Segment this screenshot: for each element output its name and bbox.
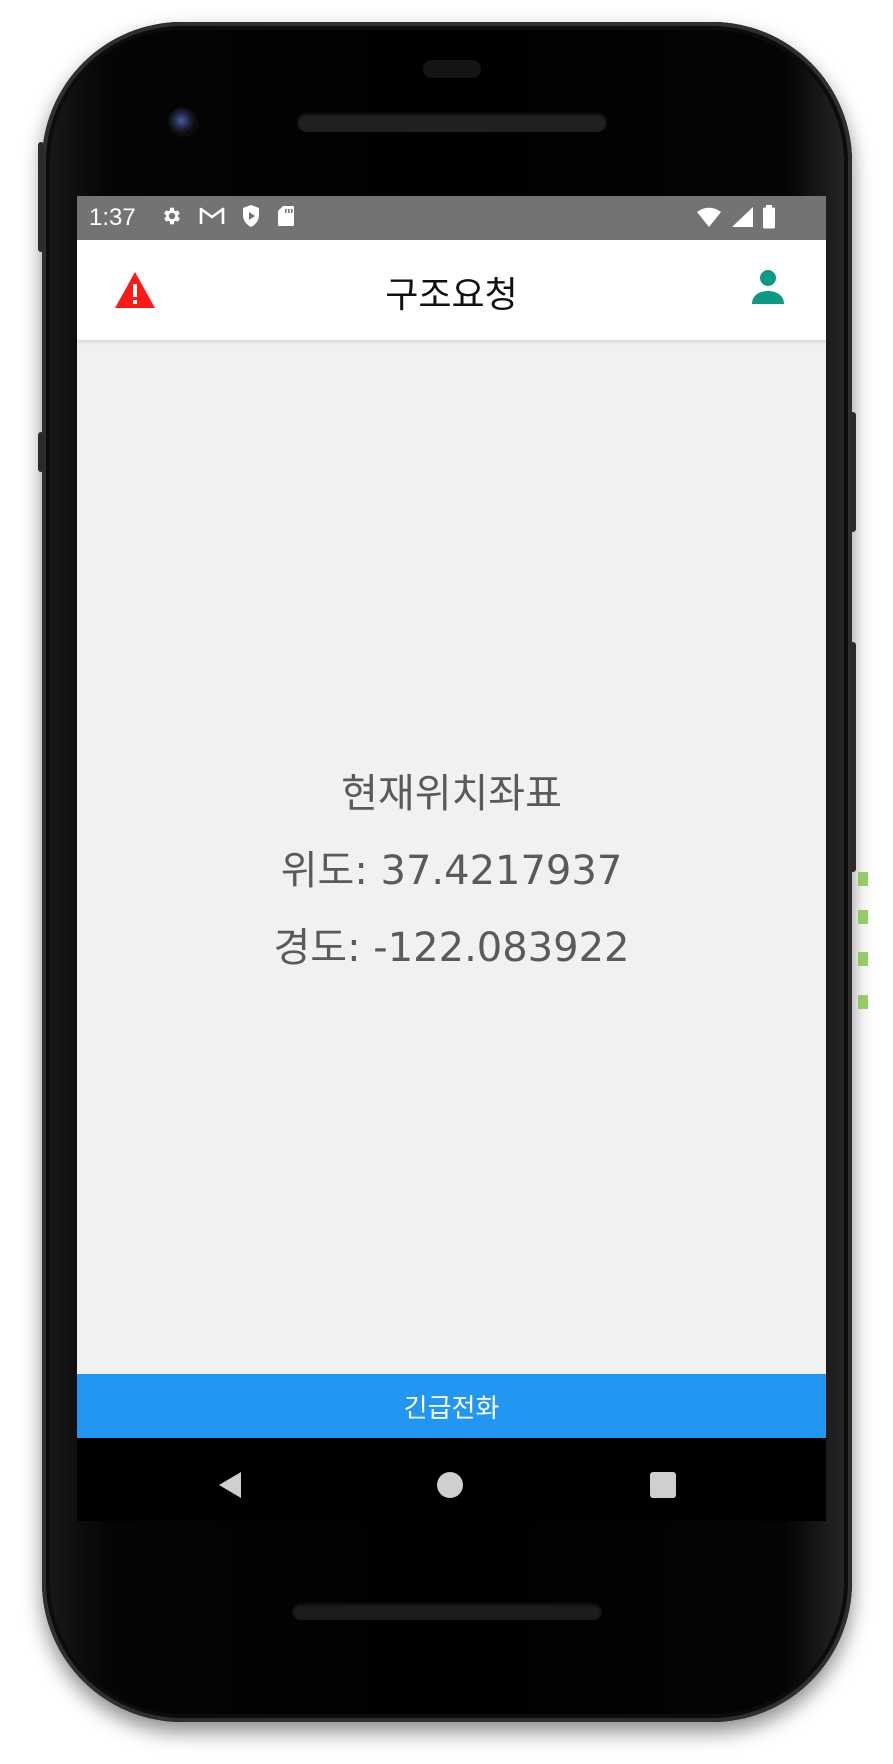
home-icon[interactable] (437, 1472, 463, 1498)
background-window-fragment (858, 995, 868, 1009)
notification-icons (161, 204, 295, 228)
background-window-fragment (858, 910, 868, 924)
location-info: 현재위치좌표 위도: 37.4217937 경도: -122.083922 (77, 756, 826, 987)
recents-icon[interactable] (650, 1472, 676, 1498)
power-button (38, 142, 44, 252)
bottom-speaker (292, 1602, 602, 1620)
phone-screen: 1:37 구조요청 현재위치좌표 위도: 37.4217937 경도: -122… (77, 196, 826, 1521)
main-content: 현재위치좌표 위도: 37.4217937 경도: -122.083922 (77, 340, 826, 1374)
sd-card-icon (278, 206, 294, 226)
front-camera (168, 107, 198, 137)
play-protect-icon (243, 205, 259, 227)
back-icon[interactable] (217, 1470, 243, 1500)
volume-button (38, 432, 44, 472)
status-time: 1:37 (89, 204, 136, 231)
background-window-fragment (858, 952, 868, 966)
emergency-call-button[interactable]: 긴급전화 (77, 1374, 826, 1438)
page-title: 구조요청 (385, 275, 518, 316)
system-status-icons (696, 205, 776, 229)
battery-icon (763, 205, 775, 229)
background-window-fragment (858, 872, 868, 886)
earpiece-speaker (297, 112, 607, 132)
user-profile-button[interactable] (750, 268, 786, 306)
location-heading: 현재위치좌표 (341, 771, 562, 817)
right-side-button (850, 412, 856, 532)
navigation-bar (77, 1438, 826, 1521)
latitude-text: 위도: 37.4217937 (280, 848, 623, 894)
gear-icon (164, 207, 180, 225)
app-bar: 구조요청 (77, 240, 826, 340)
signal-icon (732, 207, 753, 227)
wifi-icon (697, 207, 721, 227)
proximity-sensor (423, 60, 481, 78)
status-bar: 1:37 (77, 196, 826, 240)
longitude-text: 경도: -122.083922 (273, 925, 630, 971)
user-icon (752, 270, 784, 304)
right-side-button-2 (850, 642, 856, 872)
gmail-icon (199, 207, 225, 224)
